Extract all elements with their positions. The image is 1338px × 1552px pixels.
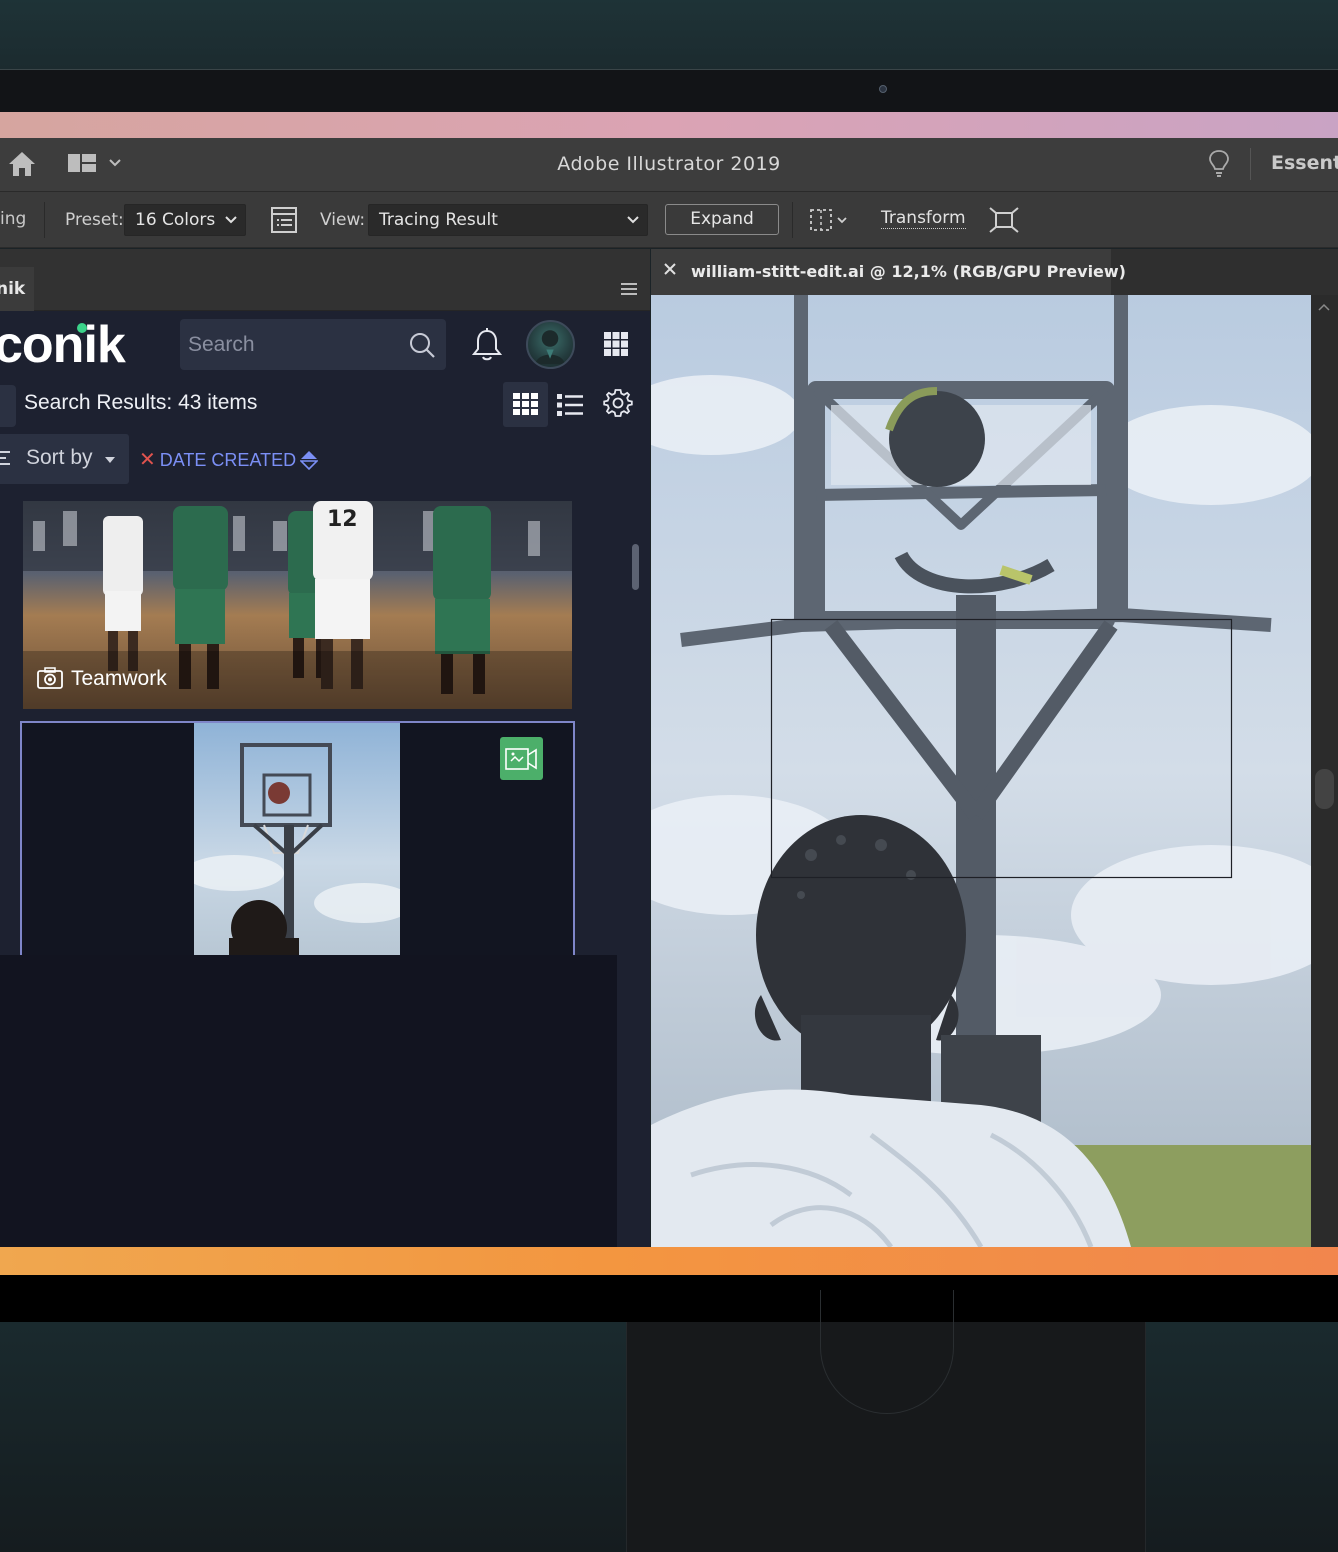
canvas-scrollbar[interactable] [1311,295,1338,1247]
traced-artwork [651,295,1311,1247]
app-title: Adobe Illustrator 2019 [557,153,781,175]
asset-title-text: Teamwork [71,667,167,690]
asset-title: Teamwork [37,667,167,691]
expand-button[interactable]: Expand [665,204,779,235]
view-value: Tracing Result [379,210,498,230]
video-icon [505,748,537,770]
app-titlebar: Adobe Illustrator 2019 Essent [0,138,1338,192]
search-bar[interactable] [180,319,446,370]
remove-filter-icon[interactable]: ✕ [139,449,156,471]
sort-filter-label: DATE CREATED [159,450,297,470]
chevron-down-icon [627,216,639,224]
panel-tab-bar: nik [0,249,650,311]
chevron-down-icon [225,216,237,224]
control-bar: ing Preset: 16 Colors View: Tracing Resu… [0,192,1338,248]
document-tab-title: william-stitt-edit.ai @ 12,1% (RGB/GPU P… [691,262,1126,281]
title-separator [1250,148,1251,180]
avatar[interactable] [526,320,575,369]
panel-tab-iconik[interactable]: nik [0,267,34,311]
results-marker [0,385,16,427]
video-asset-badge [500,737,543,780]
asset-card-selected[interactable] [20,721,575,955]
gear-icon[interactable] [603,388,633,418]
iconik-logo: conik [0,316,126,374]
preset-value: 16 Colors [135,210,216,230]
view-label: View: [320,210,366,230]
search-input[interactable] [188,331,398,359]
control-separator [44,202,45,238]
grid-view-button[interactable] [503,382,548,427]
sort-filter-chip[interactable]: ✕ DATE CREATED [139,447,319,472]
search-icon[interactable] [408,331,436,359]
background-top [0,0,1338,70]
sort-by-label: Sort by [26,446,93,469]
asset-thumbnail [194,723,400,955]
asset-card-teamwork[interactable]: 12 Teamwork [23,501,572,709]
image-trace-label: ing [0,209,27,229]
control-separator [792,202,793,238]
chevron-up-icon[interactable] [1318,303,1330,311]
panel-menu-icon[interactable] [620,282,638,296]
iconik-content: conik Search Results: [0,311,650,955]
avatar-portrait [535,330,565,365]
transform-link[interactable]: Transform [881,208,966,229]
panel-edge [617,955,650,1247]
bell-icon[interactable] [471,327,503,363]
trace-panel-icon[interactable] [270,206,298,234]
apps-grid-icon[interactable] [603,331,629,357]
document-tab-bar: william-stitt-edit.ai @ 12,1% (RGB/GPU P… [651,249,1338,295]
panel-empty-area [0,955,617,1247]
list-view-icon[interactable] [556,391,584,419]
scrollbar-thumb[interactable] [1315,769,1334,809]
close-icon[interactable] [663,262,677,276]
sort-by-dropdown[interactable]: Sort by [0,434,129,484]
svg-text:12: 12 [327,507,358,532]
align-selection-icon[interactable] [808,206,850,234]
preset-label: Preset: [65,210,124,230]
search-results-count: Search Results: 43 items [24,391,258,414]
camera-icon [37,667,63,689]
workspace-switcher[interactable]: Essent [1271,152,1338,174]
sort-direction-icon[interactable] [300,450,319,470]
view-select[interactable]: Tracing Result [368,204,648,236]
webcam [879,85,887,93]
lightbulb-icon[interactable] [1207,148,1231,180]
artboard-canvas[interactable] [651,295,1311,1247]
preset-select[interactable]: 16 Colors [124,204,246,236]
isolate-icon[interactable] [988,206,1020,234]
panel-scrollbar[interactable] [632,544,639,590]
grid-view-icon [513,393,538,415]
accent-glow-top [0,112,1338,138]
accent-glow-bottom [0,1247,1338,1275]
monitor-bezel-top [0,70,1338,112]
panel-tab-label: nik [0,279,26,299]
iconik-panel: nik conik Search Search Results: 43 item… [0,249,650,1247]
sort-lines-icon [0,451,10,465]
logo-accent-dot [77,323,87,333]
caret-down-icon [105,457,115,463]
basketball-hoop-photo [194,723,400,955]
monitor-bezel-bottom [0,1275,1338,1322]
document-tab[interactable]: william-stitt-edit.ai @ 12,1% (RGB/GPU P… [651,249,1126,295]
